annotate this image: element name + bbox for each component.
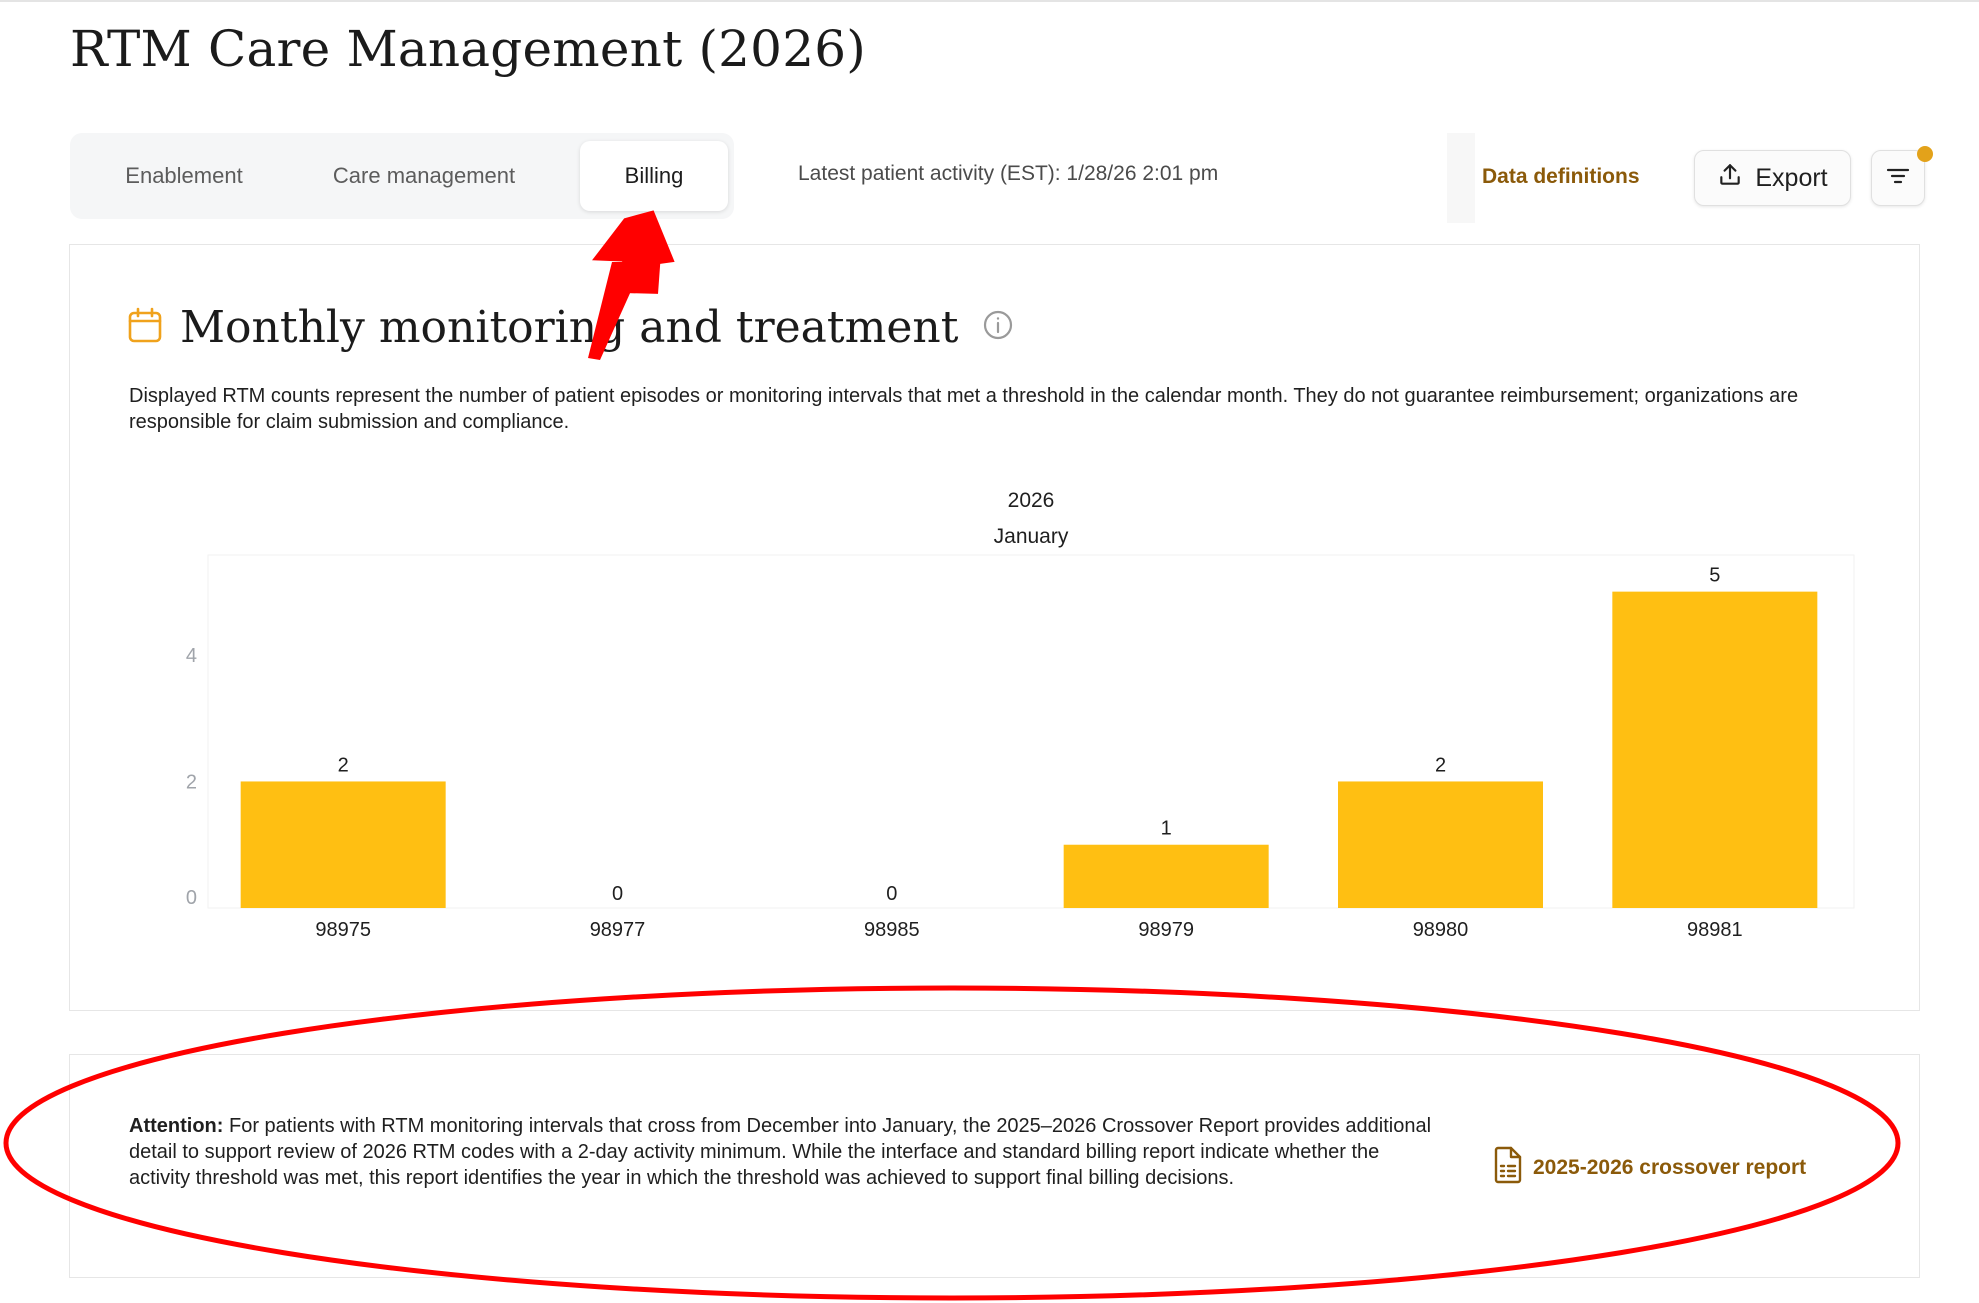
x-tick-label-98980: 98980 (1413, 919, 1469, 941)
bar-98979 (1063, 844, 1269, 908)
x-tick-label-98981: 98981 (1687, 919, 1743, 941)
chart-subtitle: January (994, 525, 1069, 548)
bar-98975 (240, 781, 446, 908)
crossover-report-label: 2025-2026 crossover report (1533, 1156, 1807, 1179)
x-tick-label-98975: 98975 (315, 919, 371, 941)
bar-98980 (1338, 781, 1543, 908)
data-label-98985: 0 (886, 883, 897, 905)
y-tick-label: 2 (186, 771, 197, 793)
data-label-98975: 2 (338, 754, 349, 776)
y-tick-label: 0 (186, 887, 197, 909)
data-label-98980: 2 (1435, 754, 1446, 776)
bar-98981 (1612, 591, 1818, 908)
attention-body: For patients with RTM monitoring interva… (129, 1115, 1432, 1189)
data-label-98981: 5 (1709, 565, 1720, 587)
data-label-98977: 0 (612, 883, 623, 905)
x-tick-label-98979: 98979 (1138, 919, 1194, 941)
chart-title: 2026 (1008, 489, 1055, 512)
attention-message: Attention: For patients with RTM monitor… (129, 1113, 1439, 1191)
data-label-98979: 1 (1161, 818, 1172, 840)
y-tick-label: 4 (186, 645, 197, 667)
crossover-report-link[interactable]: 2025-2026 crossover report (1493, 1146, 1806, 1190)
document-icon (1493, 1146, 1523, 1190)
attention-label: Attention: (129, 1115, 224, 1137)
plot-area (207, 554, 1855, 909)
x-tick-label-98977: 98977 (590, 919, 646, 941)
x-tick-label-98985: 98985 (864, 919, 920, 941)
